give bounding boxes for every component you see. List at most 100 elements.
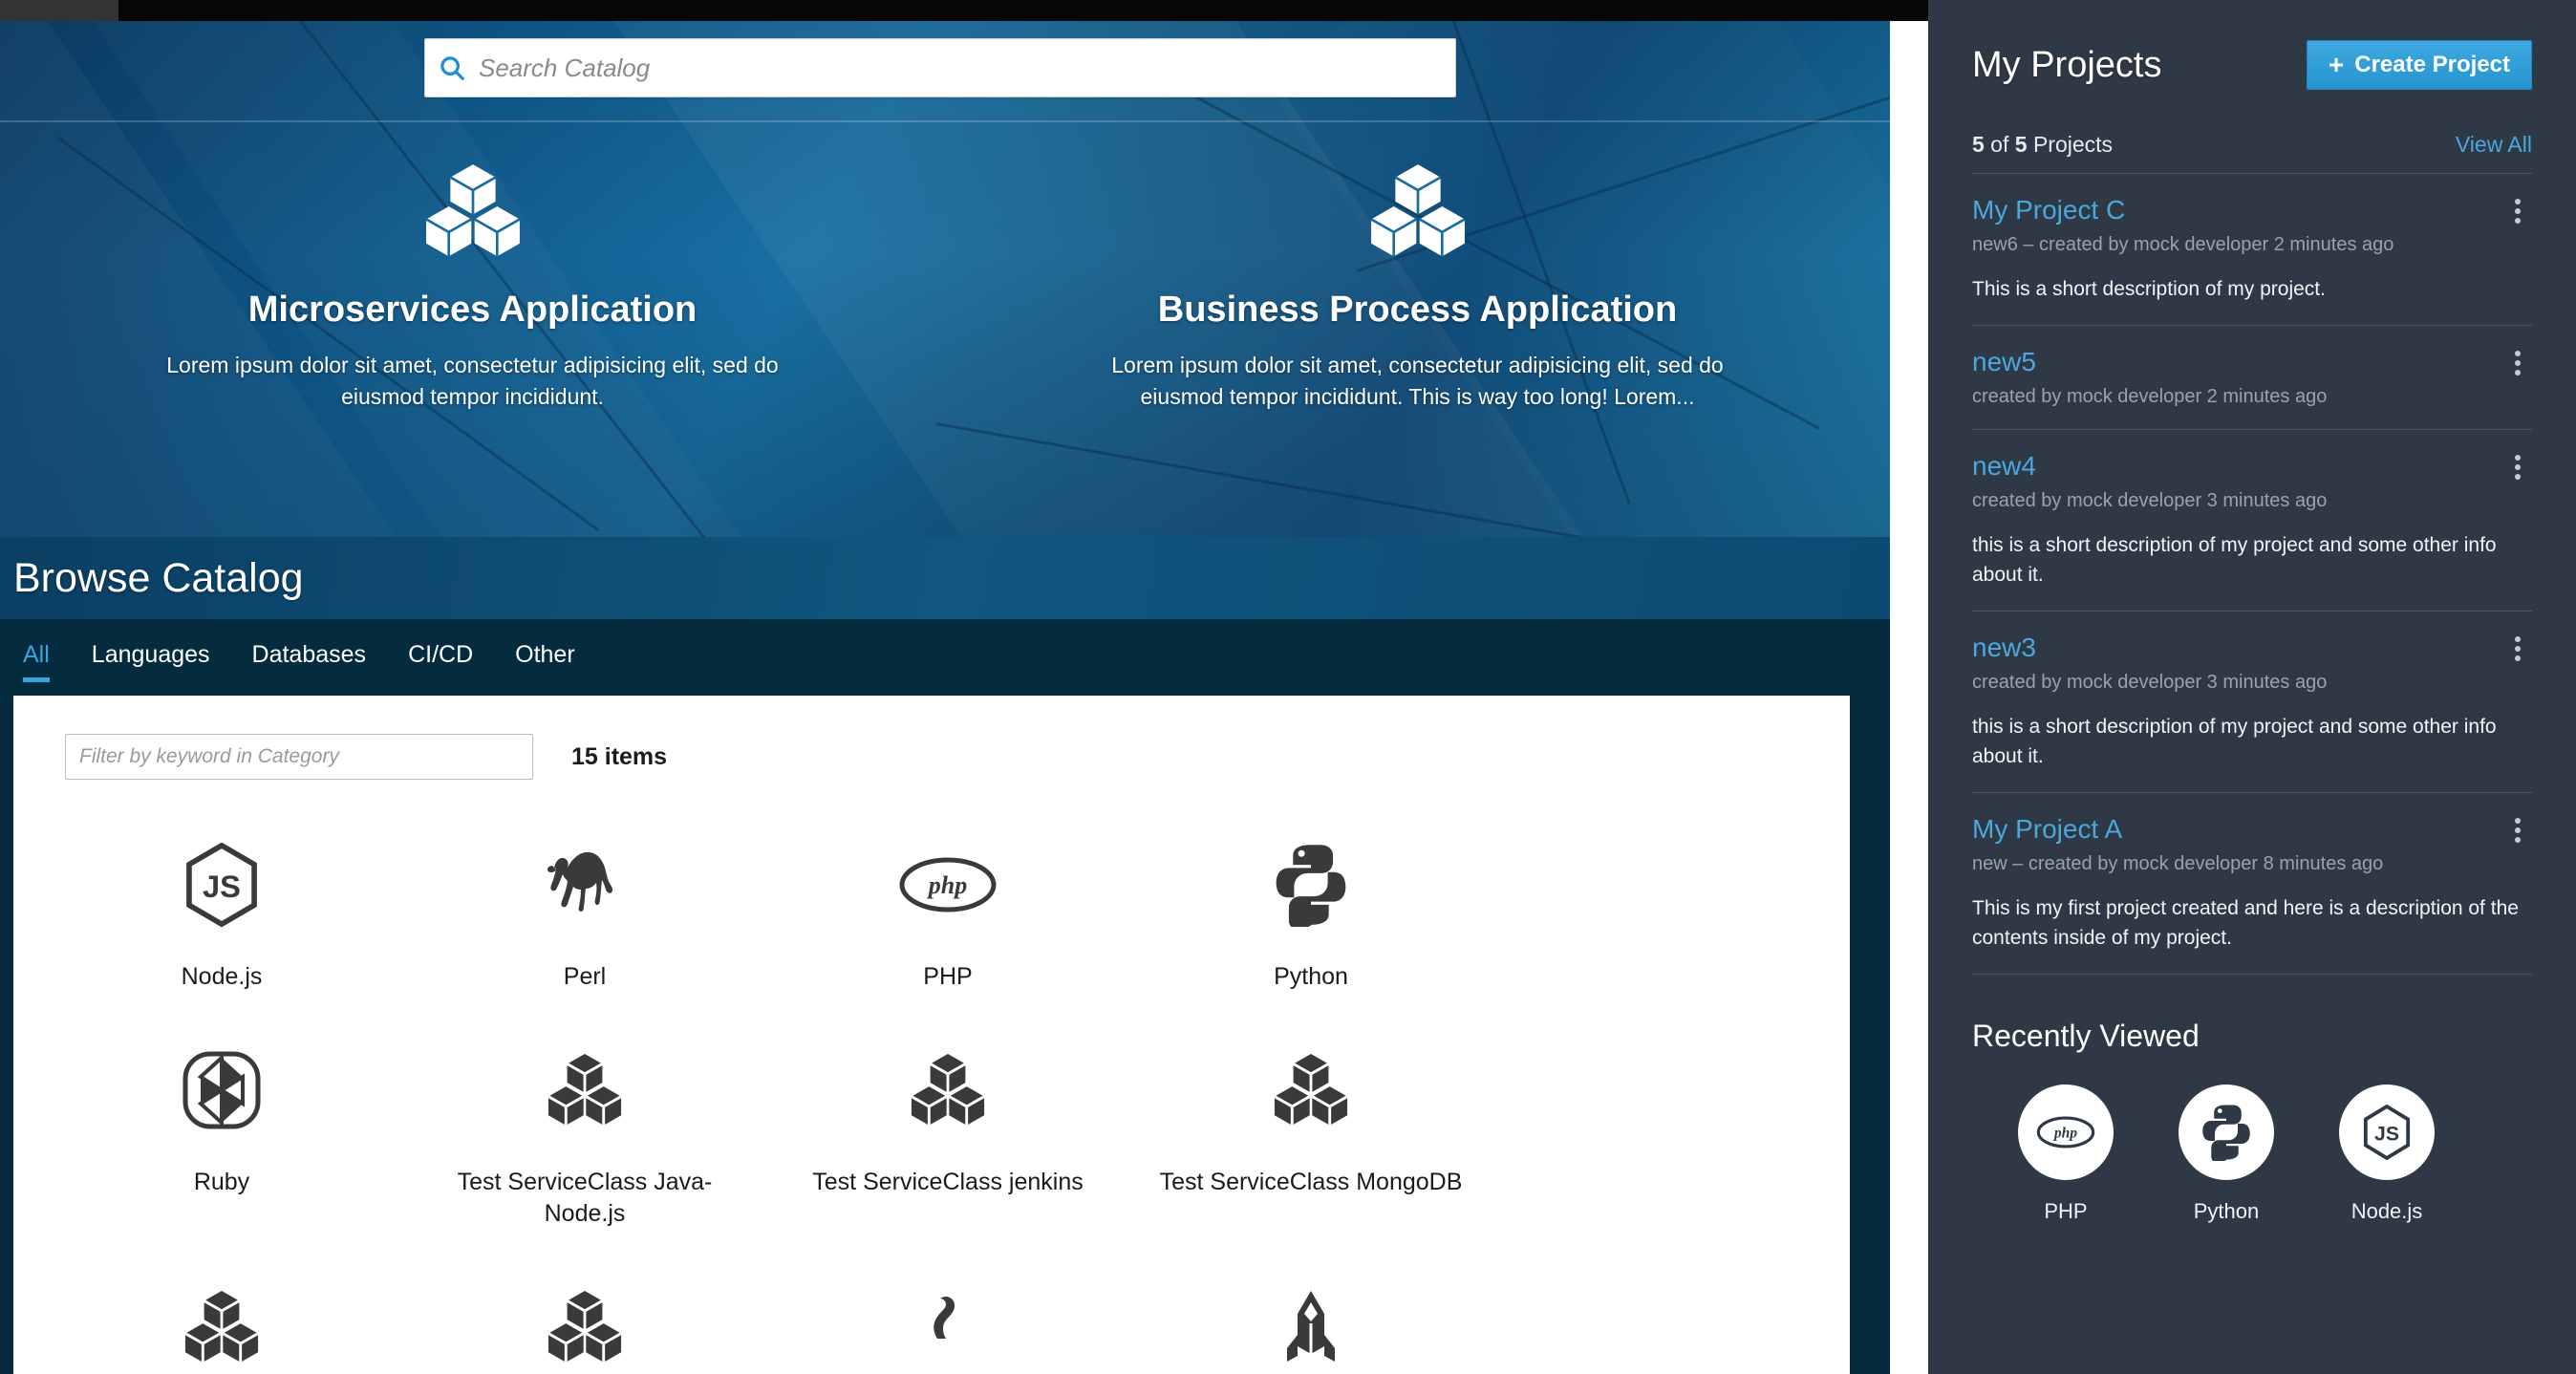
project-meta: new – created by mock developer 8 minute…	[1972, 853, 2384, 875]
page-title: Browse Catalog	[13, 554, 304, 601]
project-meta: created by mock developer 3 minutes ago	[1972, 672, 2328, 694]
filter-row: 15 items	[13, 696, 1850, 780]
nodejs-icon: JS	[2339, 1084, 2435, 1181]
project-name[interactable]: new3	[1972, 633, 2036, 663]
recently-viewed-list: php PHP Python JS Node.js	[1972, 1084, 2532, 1224]
project-description: This is my first project created and her…	[1972, 897, 2519, 949]
projects-count-total: 5	[2014, 132, 2028, 157]
cubes-icon	[57, 1276, 386, 1374]
hero-banner: Microservices Application Lorem ipsum do…	[0, 21, 1890, 537]
project-list-item[interactable]: My Project C new6 – created by mock deve…	[1972, 174, 2532, 327]
search-input[interactable]	[479, 39, 1455, 97]
project-list-item[interactable]: new3 created by mock developer 3 minutes…	[1972, 612, 2532, 794]
catalog-item-python[interactable]: Python	[1129, 812, 1492, 1018]
catalog-card: 15 items JS Node.js	[13, 696, 1850, 1374]
view-all-link[interactable]: View All	[2456, 132, 2532, 158]
catalog-item-label: Ruby	[193, 1169, 250, 1195]
search-icon	[425, 54, 479, 82]
catalog-item-nodejs[interactable]: JS Node.js	[40, 812, 403, 1018]
project-list-item[interactable]: My Project A new – created by mock devel…	[1972, 793, 2532, 976]
browser-tab[interactable]	[0, 0, 118, 21]
tab-languages[interactable]: Languages	[71, 641, 231, 682]
hero-tile-list: Microservices Application Lorem ipsum do…	[0, 124, 1890, 412]
cubes-icon	[1088, 151, 1747, 271]
catalog-item-label: Perl	[563, 963, 607, 990]
catalog-item-test-serviceclass-jenkins[interactable]: Test ServiceClass jenkins	[766, 1018, 1129, 1255]
keyword-filter-input[interactable]	[65, 734, 533, 780]
projects-count: 5 of 5 Projects	[1972, 132, 2113, 158]
kebab-menu-icon[interactable]	[2503, 347, 2532, 379]
catalog-item-label: Node.js	[181, 963, 263, 990]
cubes-icon	[143, 151, 802, 271]
recent-item-nodejs[interactable]: JS Node.js	[2333, 1084, 2440, 1224]
cubes-icon	[784, 1039, 1112, 1142]
project-list-item[interactable]: new5 created by mock developer 2 minutes…	[1972, 326, 2532, 431]
item-count-label: 15 items	[571, 742, 668, 770]
tab-cicd[interactable]: CI/CD	[387, 641, 494, 682]
cubes-icon	[420, 1039, 749, 1142]
my-projects-sidebar: My Projects + Create Project 5 of 5 Proj…	[1928, 0, 2576, 1374]
catalog-item-test-serviceclass-mysql[interactable]: Test ServiceClass mySQL	[40, 1255, 403, 1374]
projects-count-shown: 5	[1972, 132, 1985, 157]
hero-tile-business-process[interactable]: Business Process Application Lorem ipsum…	[945, 124, 1890, 412]
project-name[interactable]: new4	[1972, 451, 2036, 482]
catalog-item-label: Test ServiceClass MongoDB	[1159, 1169, 1463, 1195]
project-meta: new6 – created by mock developer 2 minut…	[1972, 234, 2394, 255]
plus-icon: +	[2328, 50, 2345, 79]
catalog-item-label: PHP	[923, 963, 973, 990]
catalog-item-label: Python	[1274, 963, 1348, 990]
catalog-item-test-serviceclass-java-nodejs[interactable]: Test ServiceClass Java-Node.js	[403, 1018, 766, 1255]
project-name[interactable]: My Project A	[1972, 814, 2122, 845]
svg-text:php: php	[927, 871, 967, 899]
catalog-item-test-serviceclass-nodejs[interactable]: Test ServiceClass Node.js	[403, 1255, 766, 1374]
perl-camel-icon	[420, 833, 749, 936]
recent-item-python[interactable]: Python	[2173, 1084, 2280, 1224]
kebab-menu-icon[interactable]	[2503, 451, 2532, 483]
catalog-body: 15 items JS Node.js	[0, 682, 1890, 1374]
catalog-item-partial-1[interactable]	[766, 1255, 1129, 1374]
hero-tile-title: Business Process Application	[1157, 290, 1678, 330]
tab-other[interactable]: Other	[494, 641, 596, 682]
svg-text:JS: JS	[203, 869, 241, 904]
nodejs-icon: JS	[57, 833, 386, 936]
sidebar-title: My Projects	[1972, 44, 2162, 85]
projects-count-of: of	[1984, 132, 2015, 157]
recent-item-php[interactable]: php PHP	[2012, 1084, 2119, 1224]
catalog-item-perl[interactable]: Perl	[403, 812, 766, 1018]
catalog-column: Microservices Application Lorem ipsum do…	[0, 21, 1890, 1374]
catalog-item-partial-2[interactable]	[1129, 1255, 1492, 1374]
create-project-button[interactable]: + Create Project	[2306, 40, 2532, 90]
projects-count-row: 5 of 5 Projects View All	[1972, 132, 2532, 174]
project-name[interactable]: new5	[1972, 347, 2036, 377]
project-list-item[interactable]: new4 created by mock developer 3 minutes…	[1972, 430, 2532, 612]
project-description: this is a short description of my projec…	[1972, 716, 2497, 767]
kebab-menu-icon[interactable]	[2503, 195, 2532, 227]
recent-item-label: Python	[2193, 1199, 2260, 1224]
python-icon	[1147, 833, 1475, 936]
hero-divider	[0, 120, 1890, 122]
recent-item-label: PHP	[2044, 1199, 2088, 1224]
hero-tile-title: Microservices Application	[247, 290, 698, 330]
kebab-menu-icon[interactable]	[2503, 633, 2532, 665]
hero-tile-microservices[interactable]: Microservices Application Lorem ipsum do…	[0, 124, 945, 412]
tab-databases[interactable]: Databases	[231, 641, 388, 682]
catalog-item-label: Test ServiceClass Java-Node.js	[457, 1169, 713, 1227]
svg-text:JS: JS	[2374, 1124, 2399, 1146]
php-icon: php	[2018, 1084, 2114, 1181]
project-description: this is a short description of my projec…	[1972, 534, 2497, 586]
tab-all[interactable]: All	[13, 641, 71, 682]
catalog-item-php[interactable]: php PHP	[766, 812, 1129, 1018]
kebab-menu-icon[interactable]	[2503, 814, 2532, 847]
catalog-item-label: Test ServiceClass jenkins	[812, 1169, 1084, 1195]
recent-item-label: Node.js	[2351, 1199, 2423, 1224]
hero-tile-description: Lorem ipsum dolor sit amet, consectetur …	[1111, 353, 1724, 409]
project-name[interactable]: My Project C	[1972, 195, 2125, 225]
cubes-icon	[1147, 1039, 1475, 1142]
rocket-icon	[1147, 1276, 1475, 1374]
catalog-item-test-serviceclass-mongodb[interactable]: Test ServiceClass MongoDB	[1129, 1018, 1492, 1255]
php-icon: php	[784, 833, 1112, 936]
project-meta: created by mock developer 2 minutes ago	[1972, 386, 2328, 408]
search-bar[interactable]	[424, 38, 1456, 97]
svg-text:php: php	[2052, 1126, 2077, 1142]
catalog-item-ruby[interactable]: Ruby	[40, 1018, 403, 1255]
